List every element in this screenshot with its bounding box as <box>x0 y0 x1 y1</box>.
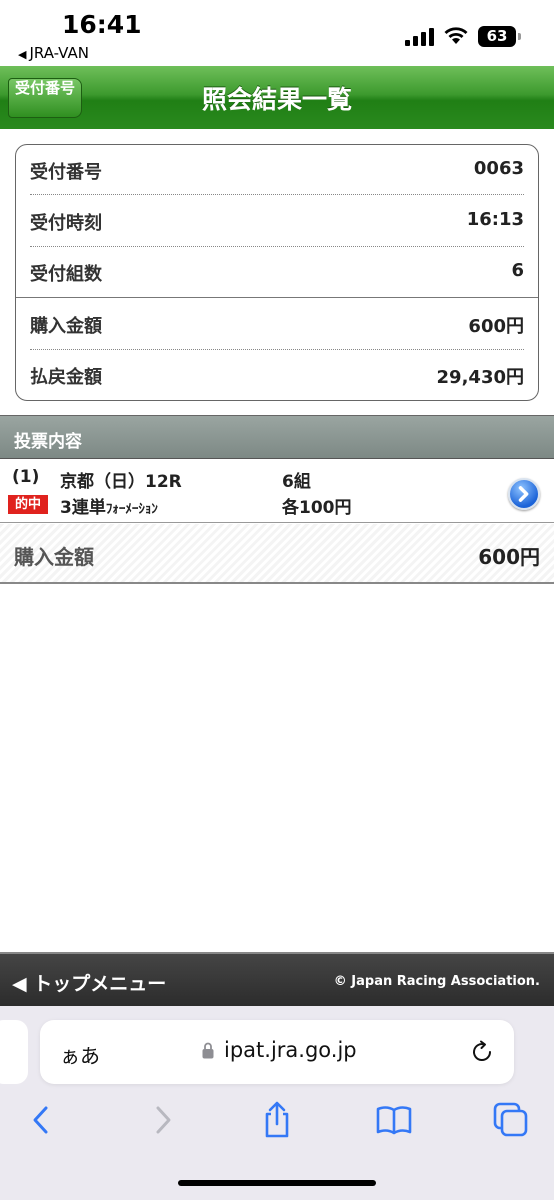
back-to-app-link[interactable]: ◀ JRA-VAN <box>18 44 89 62</box>
purchase-total-row: 購入金額 600円 <box>0 524 554 584</box>
address-bar[interactable]: ぁあ ipat.jra.go.jp <box>40 1020 514 1084</box>
bookmarks-icon[interactable] <box>374 1100 414 1140</box>
section-title: 投票内容 <box>14 432 82 452</box>
page-header: 受付番号 照会結果一覧 <box>0 66 554 129</box>
vote-bet-type: 3連単ﾌｫｰﾒｰｼｮﾝ <box>60 493 158 518</box>
previous-tab-preview[interactable] <box>0 1020 28 1084</box>
summary-row-receipt-number: 受付番号 0063 <box>30 145 524 195</box>
tabs-icon[interactable] <box>491 1100 531 1140</box>
summary-label: 受付時刻 <box>30 213 102 234</box>
back-triangle-icon: ◀ <box>18 48 27 61</box>
vote-row[interactable]: (1) 京都（日）12R 6組 的中 3連単ﾌｫｰﾒｰｼｮﾝ 各100円 <box>0 459 554 523</box>
chevron-right-icon[interactable] <box>508 478 540 510</box>
top-menu-label: トップメニュー <box>33 973 167 995</box>
section-header-vote-contents: 投票内容 <box>0 415 554 459</box>
cellular-signal-icon <box>405 26 435 46</box>
reader-options-button[interactable]: ぁあ <box>60 1040 100 1069</box>
vote-race: 京都（日）12R <box>60 472 182 492</box>
forward-chevron-icon[interactable] <box>142 1100 182 1140</box>
share-icon[interactable] <box>257 1100 297 1140</box>
back-chevron-icon[interactable] <box>22 1100 62 1140</box>
vote-amount-each: 各100円 <box>282 498 352 518</box>
summary-value: 16:13 <box>466 209 524 230</box>
hit-badge: 的中 <box>8 495 48 514</box>
summary-label: 購入金額 <box>30 316 102 337</box>
bet-type-main: 3連単 <box>60 498 106 518</box>
total-value: 600円 <box>478 545 540 569</box>
vote-number: (1) <box>12 467 40 487</box>
browser-toolbar: ぁあ ipat.jra.go.jp <box>0 1006 554 1200</box>
total-label: 購入金額 <box>14 545 94 569</box>
battery-icon: 63 <box>478 26 521 47</box>
footer-bar: ◀ トップメニュー © Japan Racing Association. <box>0 952 554 1006</box>
summary-value: 600円 <box>468 316 524 337</box>
summary-value: 6 <box>511 260 524 281</box>
top-menu-link[interactable]: ◀ トップメニュー <box>12 969 166 996</box>
summary-label: 払戻金額 <box>30 367 102 388</box>
url-text: ipat.jra.go.jp <box>224 1038 357 1062</box>
summary-value: 0063 <box>473 158 524 179</box>
home-indicator <box>178 1180 376 1186</box>
divider <box>30 194 524 195</box>
summary-card: 受付番号 0063 受付時刻 16:13 受付組数 6 購入金額 600円 払戻… <box>15 144 539 401</box>
status-bar: 16:41 ◀ JRA-VAN 63 <box>0 0 554 66</box>
summary-label: 受付組数 <box>30 264 102 285</box>
vote-sets: 6組 <box>282 472 311 492</box>
status-time: 16:41 <box>62 10 142 39</box>
copyright: © Japan Racing Association. <box>333 974 540 989</box>
summary-row-receipt-time: 受付時刻 16:13 <box>30 196 524 246</box>
summary-row-sets: 受付組数 6 <box>30 247 524 297</box>
summary-row-purchase-amount: 購入金額 600円 <box>30 299 524 349</box>
wifi-icon <box>444 27 468 44</box>
page-title: 照会結果一覧 <box>201 85 352 114</box>
divider <box>16 297 538 298</box>
reload-icon[interactable] <box>470 1040 494 1064</box>
left-triangle-icon: ◀ <box>12 973 34 995</box>
summary-row-payout-amount: 払戻金額 29,430円 <box>30 350 524 400</box>
summary-value: 29,430円 <box>436 367 524 388</box>
summary-label: 受付番号 <box>30 162 102 183</box>
back-app-label: JRA-VAN <box>29 44 89 62</box>
bet-type-sub: ﾌｫｰﾒｰｼｮﾝ <box>105 502 158 517</box>
lock-icon <box>202 1042 214 1059</box>
